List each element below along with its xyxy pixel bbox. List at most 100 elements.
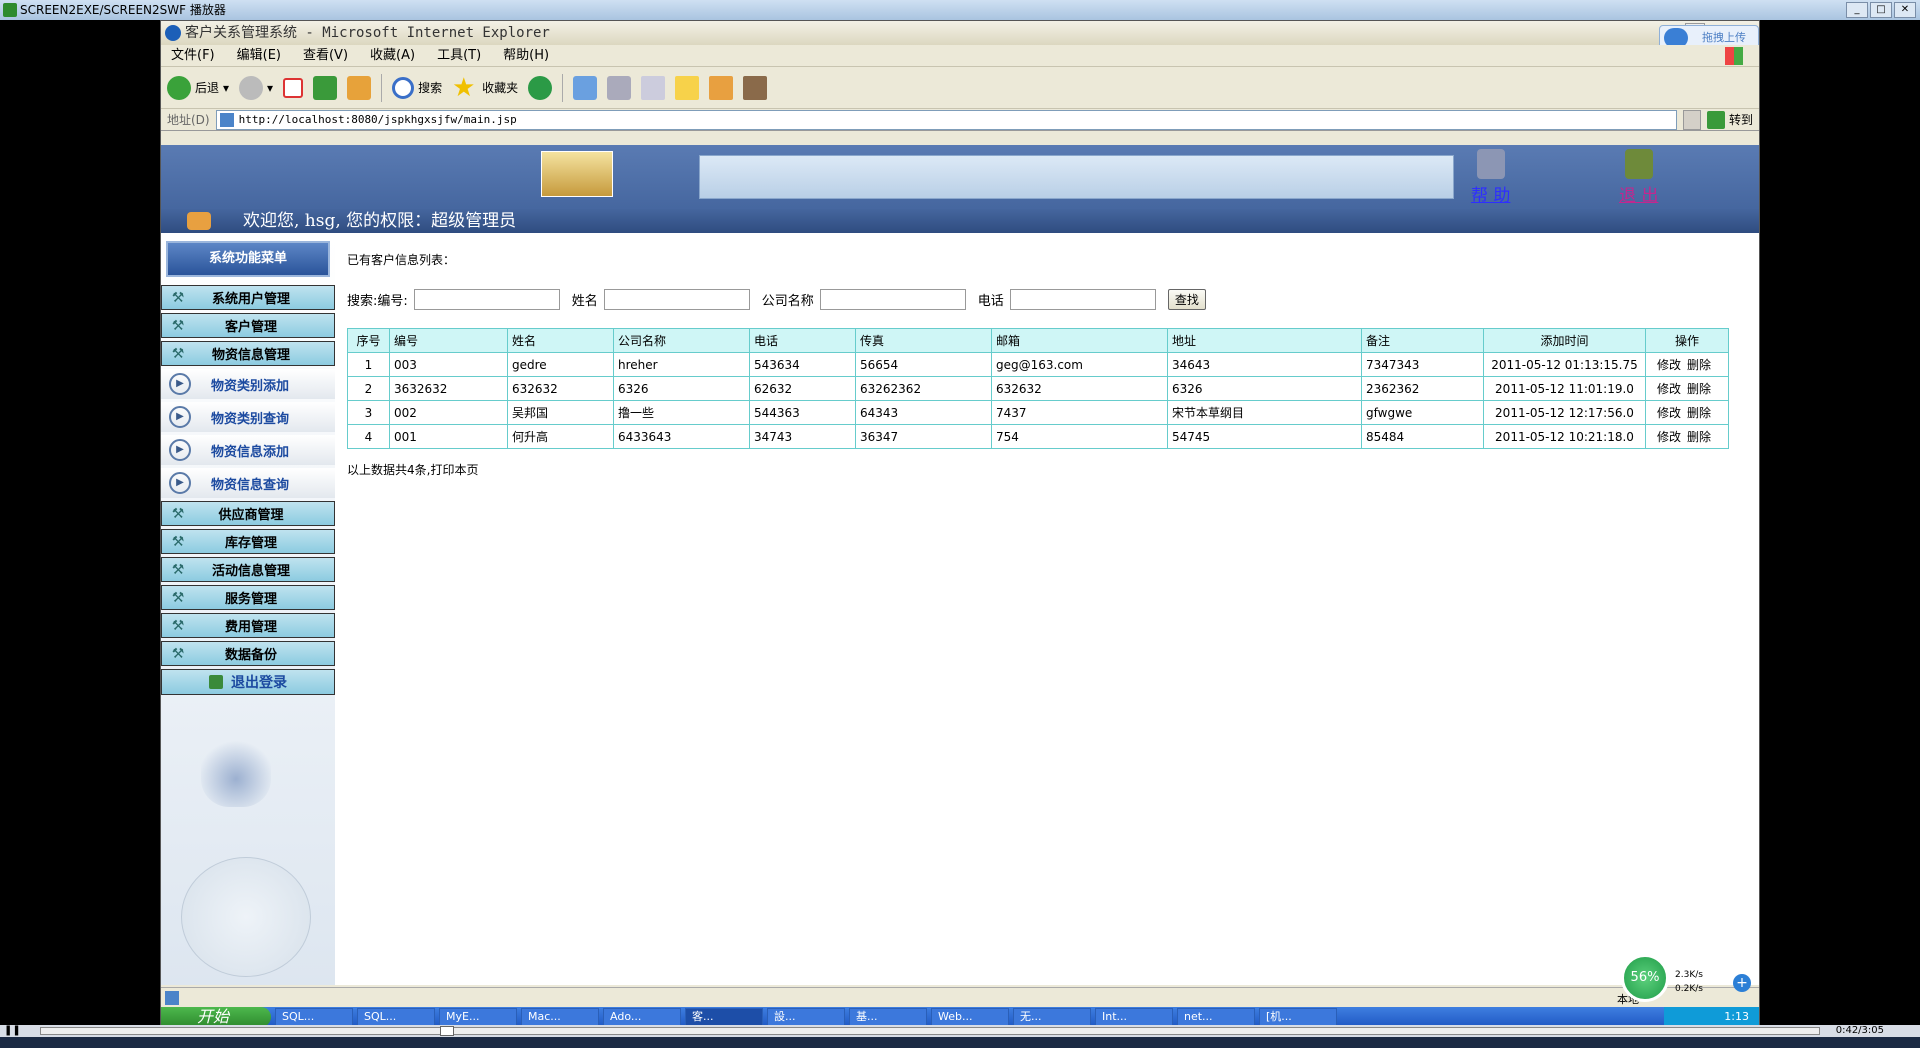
sidebar-item-system-users[interactable]: ⚒ 系统用户管理 <box>161 285 335 310</box>
hammer-icon: ⚒ <box>171 533 185 550</box>
start-button[interactable]: 开始 <box>161 1007 271 1027</box>
table-row: 2 3632632 632632 6326 62632 63262362 632… <box>347 376 1729 401</box>
taskbar-item[interactable]: 基... <box>849 1008 927 1026</box>
taskbar-item[interactable]: SQL... <box>275 1008 353 1026</box>
messenger-icon[interactable] <box>709 75 734 100</box>
logout-link[interactable]: 退 出 <box>1619 149 1658 206</box>
taskbar-item-active[interactable]: 客... <box>685 1008 763 1026</box>
pause-icon[interactable]: ❚❚ <box>4 1025 21 1036</box>
menu-edit[interactable]: 编辑(E) <box>237 45 281 66</box>
taskbar-item[interactable]: Ado... <box>603 1008 681 1026</box>
search-id-input[interactable] <box>413 289 560 310</box>
sidebar-item-customers[interactable]: ⚒ 客户管理 <box>161 313 335 338</box>
maximize-icon[interactable]: □ <box>1870 2 1892 18</box>
menu-view[interactable]: 查看(V) <box>303 45 348 66</box>
sidebar-sub-query-category[interactable]: ▶ 物资类别查询 <box>161 402 335 432</box>
sidebar-item-backup[interactable]: ⚒ 数据备份 <box>161 641 335 666</box>
delete-link[interactable]: 删除 <box>1687 406 1711 420</box>
sidebar-item-inventory[interactable]: ⚒ 库存管理 <box>161 529 335 554</box>
users-icon <box>187 212 211 230</box>
edit-link[interactable]: 修改 <box>1657 382 1681 396</box>
address-bar: 地址(D) http://localhost:8080/jspkhgxsjfw/… <box>161 109 1759 131</box>
welcome-text: 欢迎您, hsg, 您的权限：超级管理员 <box>243 211 517 231</box>
taskbar-item[interactable]: Int... <box>1095 1008 1173 1026</box>
sidebar-item-materials[interactable]: ⚒ 物资信息管理 <box>161 341 335 366</box>
page-banner: 帮 助 退 出 欢迎您, hsg, 您的权限：超级管理员 <box>161 145 1759 233</box>
seek-track[interactable] <box>40 1027 1820 1035</box>
minimize-icon[interactable]: _ <box>1846 2 1868 18</box>
hammer-icon: ⚒ <box>171 645 185 662</box>
menu-favorites[interactable]: 收藏(A) <box>370 45 415 66</box>
search-form: 搜索:编号: 姓名 公司名称 电话 查找 <box>347 289 1747 310</box>
sidebar-item-label: 活动信息管理 <box>211 564 290 579</box>
player-app-icon <box>3 3 17 17</box>
address-input[interactable]: http://localhost:8080/jspkhgxsjfw/main.j… <box>215 109 1677 130</box>
search-label: 搜索 <box>418 81 443 95</box>
cell-actions: 修改 删除 <box>1645 352 1729 377</box>
history-icon[interactable] <box>528 75 553 100</box>
sidebar-sub-label: 物资信息添加 <box>211 444 290 460</box>
menu-help[interactable]: 帮助(H) <box>503 45 549 66</box>
find-button[interactable]: 查找 <box>1167 289 1206 310</box>
edit-icon[interactable] <box>641 75 666 100</box>
research-icon[interactable] <box>743 75 768 100</box>
edit-link[interactable]: 修改 <box>1657 406 1681 420</box>
delete-link[interactable]: 删除 <box>1687 430 1711 444</box>
search-button[interactable]: 搜索 <box>392 72 442 104</box>
seek-thumb[interactable] <box>440 1026 454 1036</box>
cell-index: 1 <box>347 352 390 377</box>
search-name-input[interactable] <box>603 289 750 310</box>
close-icon[interactable]: ✕ <box>1894 2 1916 18</box>
note-icon[interactable] <box>675 75 700 100</box>
edit-link[interactable]: 修改 <box>1657 430 1681 444</box>
refresh-icon[interactable] <box>313 75 338 100</box>
sidebar-item-label: 费用管理 <box>224 620 277 635</box>
sidebar-item-suppliers[interactable]: ⚒ 供应商管理 <box>161 501 335 526</box>
print-icon[interactable] <box>607 75 632 100</box>
taskbar-item[interactable]: [机... <box>1259 1008 1337 1026</box>
cell-fax: 36347 <box>855 424 992 449</box>
stop-icon[interactable] <box>283 77 304 98</box>
help-link[interactable]: 帮 助 <box>1471 149 1510 206</box>
hammer-icon: ⚒ <box>171 317 185 334</box>
edit-link[interactable]: 修改 <box>1657 358 1681 372</box>
taskbar-item[interactable]: Web... <box>931 1008 1009 1026</box>
forward-button[interactable]: ▾ <box>239 72 273 104</box>
print-page-link[interactable]: 打印本页 <box>430 463 478 477</box>
taskbar-item[interactable]: SQL... <box>357 1008 435 1026</box>
search-company-input[interactable] <box>819 289 966 310</box>
sidebar-sub-query-material[interactable]: ▶ 物资信息查询 <box>161 468 335 498</box>
hammer-icon: ⚒ <box>171 617 185 634</box>
favorites-button[interactable]: ★ 收藏夹 <box>452 72 518 104</box>
hammer-icon: ⚒ <box>171 589 185 606</box>
delete-link[interactable]: 删除 <box>1687 382 1711 396</box>
taskbar-item[interactable]: Mac... <box>521 1008 599 1026</box>
sidebar-item-service[interactable]: ⚒ 服务管理 <box>161 585 335 610</box>
taskbar-item[interactable]: net... <box>1177 1008 1255 1026</box>
delete-link[interactable]: 删除 <box>1687 358 1711 372</box>
taskbar-item[interactable]: MyE... <box>439 1008 517 1026</box>
menu-file[interactable]: 文件(F) <box>171 45 215 66</box>
back-button[interactable]: 后退 ▾ <box>167 72 229 104</box>
sidebar-item-activities[interactable]: ⚒ 活动信息管理 <box>161 557 335 582</box>
cell-index: 4 <box>347 424 390 449</box>
home-icon[interactable] <box>347 75 372 100</box>
sidebar-logout-button[interactable]: 退出登录 <box>161 669 335 695</box>
taskbar-item[interactable]: 設... <box>767 1008 845 1026</box>
go-button[interactable]: 转到 <box>1706 110 1759 129</box>
sidebar-sub-add-category[interactable]: ▶ 物资类别添加 <box>161 369 335 399</box>
search-phone-input[interactable] <box>1009 289 1156 310</box>
taskbar-item[interactable]: 无... <box>1013 1008 1091 1026</box>
menu-tools[interactable]: 工具(T) <box>437 45 481 66</box>
cell-phone: 34743 <box>749 424 856 449</box>
system-tray-clock: 1:13 <box>1664 1007 1759 1027</box>
sidebar-sub-add-material[interactable]: ▶ 物资信息添加 <box>161 435 335 465</box>
plus-icon[interactable]: + <box>1733 974 1751 992</box>
ie-title-bar: 客户关系管理系统 - Microsoft Internet Explorer 拖… <box>161 21 1759 51</box>
sidebar-item-expenses[interactable]: ⚒ 费用管理 <box>161 613 335 638</box>
sidebar-item-label: 库存管理 <box>224 536 277 551</box>
sidebar-title: 系统功能菜单 <box>166 241 330 277</box>
mail-icon[interactable] <box>573 75 598 100</box>
address-dropdown[interactable] <box>1682 109 1701 130</box>
ie-icon <box>165 25 181 41</box>
